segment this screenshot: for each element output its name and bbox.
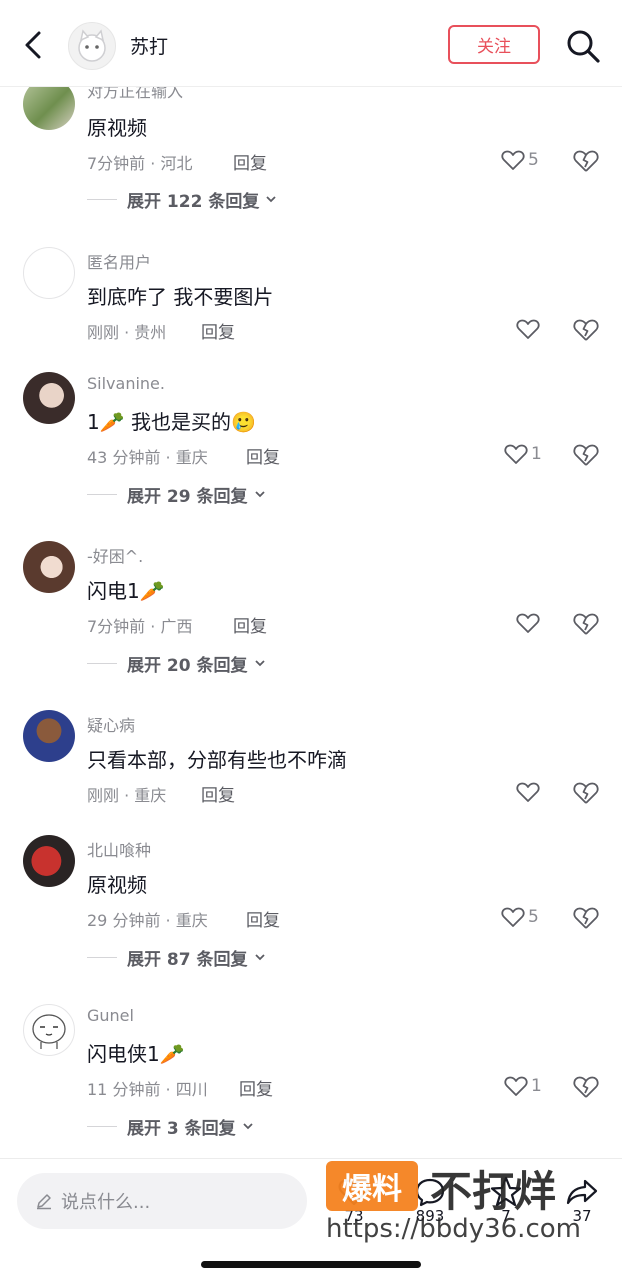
like-button[interactable]: 1 [504, 440, 542, 468]
pencil-icon [37, 1194, 51, 1210]
comment-input-placeholder: 说点什么... [61, 1192, 151, 1213]
chevron-down-icon [266, 196, 276, 203]
reply-button[interactable]: 回复 [239, 1075, 273, 1100]
dislike-icon[interactable] [572, 440, 600, 468]
like-button[interactable]: 5 [501, 146, 539, 174]
share-icon [566, 1179, 598, 1205]
expand-replies-label: 展开 20 条回复 [127, 655, 248, 676]
comment-text[interactable]: 闪电1🥕 [87, 575, 165, 604]
like-button[interactable]: 5 [501, 903, 539, 931]
search-icon[interactable] [565, 28, 601, 64]
commenter-name[interactable]: Silvanine. [87, 374, 165, 393]
commenter-avatar[interactable] [23, 372, 75, 424]
heart-outline-icon [516, 782, 540, 802]
home-indicator[interactable] [201, 1261, 421, 1268]
watermark-text: 不打烊 [430, 1167, 557, 1216]
like-button[interactable]: 1 [504, 1072, 542, 1100]
comment-text[interactable]: 闪电侠1🥕 [87, 1038, 185, 1067]
divider-line [87, 198, 117, 200]
reply-button[interactable]: 回复 [233, 612, 267, 637]
chevron-down-icon [254, 660, 265, 667]
reply-button[interactable]: 回复 [246, 906, 280, 931]
expand-replies-button[interactable]: 展开 87 条回复 [87, 945, 266, 970]
divider-line [87, 1125, 117, 1127]
heart-outline-icon [516, 613, 540, 633]
expand-replies-button[interactable]: 展开 20 条回复 [87, 651, 266, 676]
comment-text[interactable]: 1🥕 我也是买的🥲 [87, 406, 256, 435]
commenter-avatar[interactable] [23, 1004, 75, 1056]
heart-outline-icon [501, 907, 525, 927]
dislike-icon[interactable] [572, 1072, 600, 1100]
comment-meta: 7分钟前 · 河北 [87, 154, 193, 173]
comment-meta: 刚刚 · 重庆 [87, 786, 167, 805]
like-count: 5 [528, 150, 539, 170]
like-count: 1 [531, 1076, 542, 1096]
back-arrow-icon[interactable] [18, 28, 48, 62]
expand-replies-button[interactable]: 展开 122 条回复 [87, 187, 277, 212]
author-name[interactable]: 苏打 [130, 32, 168, 59]
commenter-avatar[interactable] [23, 710, 75, 762]
commenter-name[interactable]: -好困^. [87, 543, 143, 567]
commenter-name[interactable]: 匿名用户 [87, 249, 151, 273]
heart-outline-icon [501, 150, 525, 170]
divider-line [87, 956, 117, 958]
divider-line [87, 662, 117, 664]
dislike-icon[interactable] [572, 903, 600, 931]
reply-button[interactable]: 回复 [201, 781, 235, 806]
commenter-name[interactable]: 疑心病 [87, 712, 135, 736]
comment-meta: 7分钟前 · 广西 [87, 617, 193, 636]
commenter-name[interactable]: 北山喰种 [87, 837, 151, 861]
watermark-url: https://bbdy36.com [326, 1214, 581, 1244]
cartoon-face-icon [32, 1014, 66, 1049]
reply-button[interactable]: 回复 [233, 149, 267, 174]
commenter-avatar[interactable] [23, 541, 75, 593]
author-avatar[interactable] [68, 22, 116, 70]
commenter-avatar[interactable] [23, 835, 75, 887]
like-count: 1 [531, 444, 542, 464]
like-button[interactable] [516, 609, 540, 637]
divider-line [87, 493, 117, 495]
expand-replies-button[interactable]: 展开 29 条回复 [87, 482, 266, 507]
follow-button[interactable]: 关注 [448, 25, 540, 64]
expand-replies-label: 展开 122 条回复 [127, 191, 260, 212]
reply-button[interactable]: 回复 [246, 443, 280, 468]
chevron-down-icon [254, 954, 265, 961]
comment-input[interactable]: 说点什么... [17, 1173, 307, 1229]
cat-avatar-icon [78, 29, 106, 62]
top-bar: 苏打 关注 [0, 0, 622, 87]
comment-text[interactable]: 原视频 [87, 869, 147, 898]
comment-meta: 刚刚 · 贵州 [87, 323, 167, 342]
like-button[interactable] [516, 778, 540, 806]
comment-text[interactable]: 原视频 [87, 112, 147, 141]
reply-button[interactable]: 回复 [201, 318, 235, 343]
chevron-down-icon [243, 1123, 253, 1130]
expand-replies-label: 展开 3 条回复 [127, 1118, 236, 1139]
commenter-avatar[interactable] [23, 247, 75, 299]
commenter-name[interactable]: Gunel [87, 1006, 134, 1025]
dislike-icon[interactable] [572, 315, 600, 343]
expand-replies-button[interactable]: 展开 3 条回复 [87, 1114, 254, 1139]
watermark-badge: 爆料 [326, 1161, 418, 1211]
expand-replies-label: 展开 87 条回复 [127, 949, 248, 970]
comment-meta: 11 分钟前 · 四川 [87, 1080, 208, 1099]
heart-outline-icon [516, 319, 540, 339]
expand-replies-label: 展开 29 条回复 [127, 486, 248, 507]
comment-meta: 43 分钟前 · 重庆 [87, 448, 208, 467]
chevron-down-icon [254, 491, 265, 498]
like-button[interactable] [516, 315, 540, 343]
comment-text[interactable]: 只看本部，分部有些也不咋滴 [87, 744, 347, 773]
dislike-icon[interactable] [572, 609, 600, 637]
comment-text[interactable]: 到底咋了 我不要图片 [87, 281, 273, 310]
dislike-icon[interactable] [572, 146, 600, 174]
dislike-icon[interactable] [572, 778, 600, 806]
comment-meta: 29 分钟前 · 重庆 [87, 911, 208, 930]
like-count: 5 [528, 907, 539, 927]
heart-outline-icon [504, 1076, 528, 1096]
heart-outline-icon [504, 444, 528, 464]
